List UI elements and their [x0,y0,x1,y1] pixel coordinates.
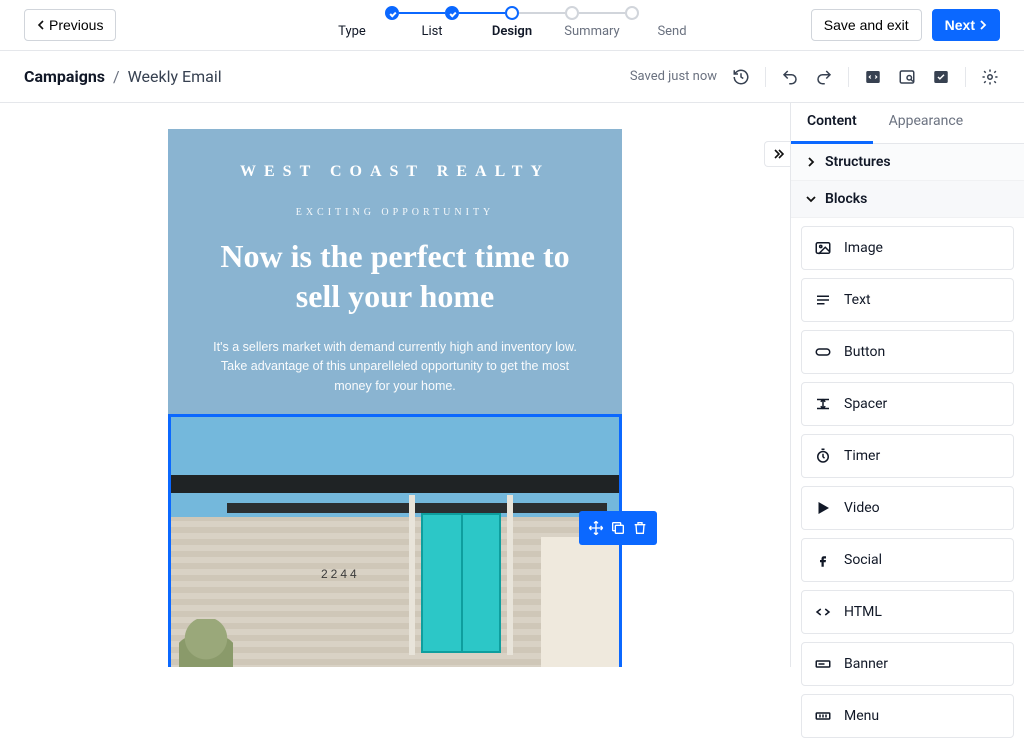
duplicate-icon[interactable] [607,517,629,539]
canvas[interactable]: WEST COAST REALTY EXCITING OPPORTUNITY N… [0,103,790,667]
step-label-send[interactable]: Send [644,24,700,39]
undo-icon[interactable] [780,67,800,87]
house-number: 2244 [321,567,360,581]
html-icon [814,603,832,621]
block-button-label: Button [844,344,885,360]
hero-image: 2244 [171,417,619,667]
move-icon[interactable] [585,517,607,539]
section-structures-label: Structures [825,154,891,170]
block-social-label: Social [844,552,882,568]
banner-icon [814,655,832,673]
image-icon [814,239,832,257]
email-kicker: EXCITING OPPORTUNITY [196,207,594,218]
video-icon [814,499,832,517]
save-status: Saved just now [630,69,717,84]
code-view-icon[interactable] [863,67,883,87]
timer-icon [814,447,832,465]
right-panel: Content Appearance Structures Blocks Ima… [790,103,1024,667]
block-timer-label: Timer [844,448,880,464]
section-blocks[interactable]: Blocks [791,181,1024,218]
selected-image-block[interactable]: 2244 [168,414,622,667]
step-dot-list[interactable] [445,6,459,20]
chevron-down-icon [805,193,817,205]
step-dot-summary[interactable] [565,6,579,20]
stepper-dots [385,6,639,20]
next-label: Next [945,17,975,33]
previous-button[interactable]: Previous [24,9,116,41]
blocks-list: Image Text Button Spacer Timer [791,218,1024,738]
tab-content[interactable]: Content [791,103,873,144]
selection-toolbar [579,511,657,545]
step-label-design[interactable]: Design [484,24,540,39]
breadcrumb-separator: / [113,67,120,86]
email-brand: WEST COAST REALTY [196,163,594,181]
chevron-left-icon [37,20,45,30]
collapse-panel-button[interactable] [764,141,790,167]
save-exit-button[interactable]: Save and exit [811,9,922,41]
block-banner[interactable]: Banner [801,642,1014,686]
step-dot-send[interactable] [625,6,639,20]
double-chevron-right-icon [772,148,784,160]
test-send-icon[interactable] [931,67,951,87]
panel-tabs: Content Appearance [791,103,1024,144]
block-button[interactable]: Button [801,330,1014,374]
social-icon [814,551,832,569]
block-text-label: Text [844,292,871,308]
step-dot-design[interactable] [505,6,519,20]
step-label-list[interactable]: List [404,24,460,39]
block-menu-label: Menu [844,708,879,724]
section-blocks-label: Blocks [825,191,867,207]
tab-appearance[interactable]: Appearance [873,103,979,143]
history-icon[interactable] [731,67,751,87]
settings-icon[interactable] [980,67,1000,87]
stepper-labels: Type List Design Summary Send [324,24,700,39]
step-label-type[interactable]: Type [324,24,380,39]
section-structures[interactable]: Structures [791,144,1024,181]
block-banner-label: Banner [844,656,888,672]
menu-icon [814,707,832,725]
block-menu[interactable]: Menu [801,694,1014,738]
text-icon [814,291,832,309]
button-icon [814,343,832,361]
block-html-label: HTML [844,604,882,620]
step-label-summary[interactable]: Summary [564,24,620,39]
delete-icon[interactable] [629,517,651,539]
block-video[interactable]: Video [801,486,1014,530]
preview-icon[interactable] [897,67,917,87]
main-area: WEST COAST REALTY EXCITING OPPORTUNITY N… [0,103,1024,667]
email-headline: Now is the perfect time to sell your hom… [196,236,594,316]
save-exit-label: Save and exit [824,17,909,33]
top-toolbar: Previous Type List Design Summary Send S… [0,0,1024,51]
email-body: It's a sellers market with demand curren… [196,338,594,396]
breadcrumb: Campaigns / Weekly Email [24,67,222,86]
previous-label: Previous [49,17,103,33]
chevron-right-icon [805,156,817,168]
breadcrumb-root[interactable]: Campaigns [24,67,105,86]
block-video-label: Video [844,500,880,516]
block-spacer-label: Spacer [844,396,887,412]
block-timer[interactable]: Timer [801,434,1014,478]
chevron-right-icon [979,20,987,30]
step-dot-type[interactable] [385,6,399,20]
block-image[interactable]: Image [801,226,1014,270]
block-text[interactable]: Text [801,278,1014,322]
block-social[interactable]: Social [801,538,1014,582]
next-button[interactable]: Next [932,9,1000,41]
wizard-stepper: Type List Design Summary Send [324,6,700,39]
block-html[interactable]: HTML [801,590,1014,634]
sub-toolbar: Campaigns / Weekly Email Saved just now [0,51,1024,103]
email-preview[interactable]: WEST COAST REALTY EXCITING OPPORTUNITY N… [168,129,622,667]
spacer-icon [814,395,832,413]
block-spacer[interactable]: Spacer [801,382,1014,426]
block-image-label: Image [844,240,883,256]
breadcrumb-current: Weekly Email [128,67,222,86]
redo-icon[interactable] [814,67,834,87]
